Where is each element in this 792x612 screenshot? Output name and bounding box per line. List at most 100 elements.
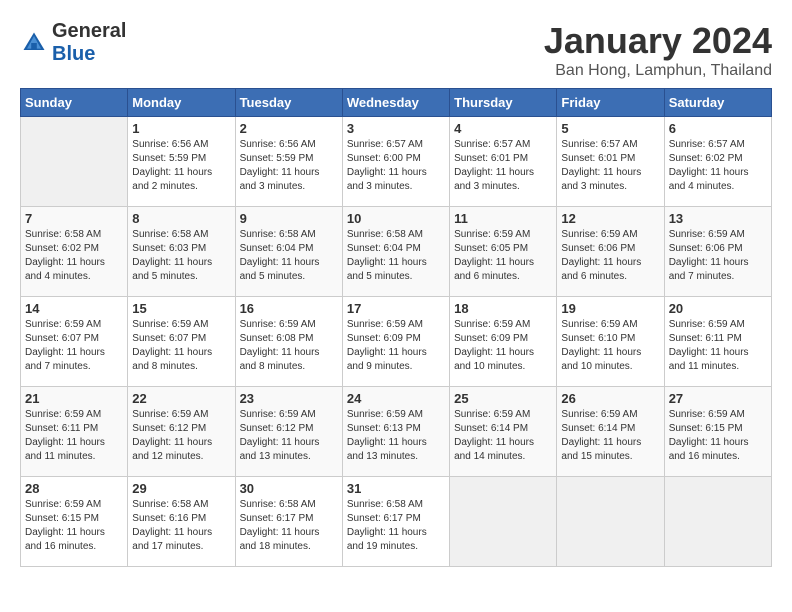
day-info: Sunrise: 6:57 AM Sunset: 6:01 PM Dayligh…	[454, 138, 552, 194]
calendar-cell	[450, 477, 557, 567]
day-info: Sunrise: 6:59 AM Sunset: 6:13 PM Dayligh…	[347, 408, 445, 464]
calendar-cell: 20Sunrise: 6:59 AM Sunset: 6:11 PM Dayli…	[664, 297, 771, 387]
day-number: 8	[132, 211, 230, 226]
day-info: Sunrise: 6:59 AM Sunset: 6:06 PM Dayligh…	[561, 228, 659, 284]
calendar-cell: 8 Sunrise: 6:58 AM Sunset: 6:03 PM Daylig…	[128, 207, 235, 297]
day-number: 25	[454, 391, 552, 406]
day-number: 11	[454, 211, 552, 226]
logo: General Blue	[20, 20, 126, 66]
day-info: Sunrise: 6:59 AM Sunset: 6:12 PM Dayligh…	[132, 408, 230, 464]
calendar-cell: 28 Sunrise: 6:59 AM Sunset: 6:15 PM Dayli…	[21, 477, 128, 567]
day-info: Sunrise: 6:59 AM Sunset: 6:11 PM Dayligh…	[25, 408, 123, 464]
calendar-header: SundayMondayTuesdayWednesdayThursdayFrid…	[21, 89, 772, 117]
day-number: 6	[669, 121, 767, 136]
day-info: Sunrise: 6:59 AM Sunset: 6:15 PM Dayligh…	[25, 498, 123, 554]
day-info: Sunrise: 6:59 AM Sunset: 6:11 PM Dayligh…	[669, 318, 767, 374]
calendar-cell	[21, 117, 128, 207]
title-block: January 2024 Ban Hong, Lamphun, Thailand	[544, 20, 772, 80]
calendar-cell: 4 Sunrise: 6:57 AM Sunset: 6:01 PM Daylig…	[450, 117, 557, 207]
day-number: 18	[454, 301, 552, 316]
day-header-monday: Monday	[128, 89, 235, 117]
calendar-cell: 5Sunrise: 6:57 AM Sunset: 6:01 PM Daylig…	[557, 117, 664, 207]
day-header-tuesday: Tuesday	[235, 89, 342, 117]
day-number: 15	[132, 301, 230, 316]
logo-general-text: General	[52, 20, 126, 42]
day-number: 26	[561, 391, 659, 406]
calendar-cell: 25 Sunrise: 6:59 AM Sunset: 6:14 PM Dayli…	[450, 387, 557, 477]
day-number: 28	[25, 481, 123, 496]
calendar-cell: 18 Sunrise: 6:59 AM Sunset: 6:09 PM Dayli…	[450, 297, 557, 387]
calendar-cell: 24 Sunrise: 6:59 AM Sunset: 6:13 PM Dayli…	[342, 387, 449, 477]
calendar-cell: 3 Sunrise: 6:57 AM Sunset: 6:00 PM Daylig…	[342, 117, 449, 207]
day-info: Sunrise: 6:58 AM Sunset: 6:04 PM Dayligh…	[240, 228, 338, 284]
day-info: Sunrise: 6:59 AM Sunset: 6:08 PM Dayligh…	[240, 318, 338, 374]
day-number: 1	[132, 121, 230, 136]
day-number: 27	[669, 391, 767, 406]
day-number: 16	[240, 301, 338, 316]
day-info: Sunrise: 6:58 AM Sunset: 6:04 PM Dayligh…	[347, 228, 445, 284]
calendar-cell: 31Sunrise: 6:58 AM Sunset: 6:17 PM Dayli…	[342, 477, 449, 567]
day-number: 30	[240, 481, 338, 496]
day-info: Sunrise: 6:59 AM Sunset: 6:10 PM Dayligh…	[561, 318, 659, 374]
calendar-cell: 6Sunrise: 6:57 AM Sunset: 6:02 PM Daylig…	[664, 117, 771, 207]
logo-icon	[20, 29, 48, 57]
day-info: Sunrise: 6:58 AM Sunset: 6:16 PM Dayligh…	[132, 498, 230, 554]
day-header-sunday: Sunday	[21, 89, 128, 117]
calendar-cell: 10 Sunrise: 6:58 AM Sunset: 6:04 PM Dayli…	[342, 207, 449, 297]
calendar-week-row: 1 Sunrise: 6:56 AM Sunset: 5:59 PM Daylig…	[21, 117, 772, 207]
day-info: Sunrise: 6:59 AM Sunset: 6:06 PM Dayligh…	[669, 228, 767, 284]
day-number: 7	[25, 211, 123, 226]
day-info: Sunrise: 6:59 AM Sunset: 6:15 PM Dayligh…	[669, 408, 767, 464]
day-info: Sunrise: 6:57 AM Sunset: 6:00 PM Dayligh…	[347, 138, 445, 194]
month-title: January 2024	[544, 20, 772, 62]
day-header-friday: Friday	[557, 89, 664, 117]
day-info: Sunrise: 6:58 AM Sunset: 6:02 PM Dayligh…	[25, 228, 123, 284]
day-number: 24	[347, 391, 445, 406]
day-info: Sunrise: 6:56 AM Sunset: 5:59 PM Dayligh…	[132, 138, 230, 194]
day-number: 2	[240, 121, 338, 136]
day-header-thursday: Thursday	[450, 89, 557, 117]
calendar-cell	[557, 477, 664, 567]
day-number: 14	[25, 301, 123, 316]
day-header-wednesday: Wednesday	[342, 89, 449, 117]
calendar-cell: 14Sunrise: 6:59 AM Sunset: 6:07 PM Dayli…	[21, 297, 128, 387]
calendar-cell: 1 Sunrise: 6:56 AM Sunset: 5:59 PM Daylig…	[128, 117, 235, 207]
calendar-cell: 19 Sunrise: 6:59 AM Sunset: 6:10 PM Dayli…	[557, 297, 664, 387]
page-header: General Blue January 2024 Ban Hong, Lamp…	[20, 20, 772, 80]
calendar-cell: 21Sunrise: 6:59 AM Sunset: 6:11 PM Dayli…	[21, 387, 128, 477]
calendar-cell: 26Sunrise: 6:59 AM Sunset: 6:14 PM Dayli…	[557, 387, 664, 477]
calendar-cell: 22 Sunrise: 6:59 AM Sunset: 6:12 PM Dayli…	[128, 387, 235, 477]
day-number: 9	[240, 211, 338, 226]
day-number: 19	[561, 301, 659, 316]
calendar-cell: 15 Sunrise: 6:59 AM Sunset: 6:07 PM Dayli…	[128, 297, 235, 387]
day-info: Sunrise: 6:59 AM Sunset: 6:14 PM Dayligh…	[454, 408, 552, 464]
location-title: Ban Hong, Lamphun, Thailand	[544, 62, 772, 80]
logo-blue-text: Blue	[52, 43, 95, 65]
calendar-cell: 11Sunrise: 6:59 AM Sunset: 6:05 PM Dayli…	[450, 207, 557, 297]
calendar-week-row: 14 Sunrise: 6:59 AM Sunset: 6:07 PM Dayli…	[21, 297, 772, 387]
calendar-cell: 27 Sunrise: 6:59 AM Sunset: 6:15 PM Dayli…	[664, 387, 771, 477]
calendar-cell: 2 Sunrise: 6:56 AM Sunset: 5:59 PM Daylig…	[235, 117, 342, 207]
day-info: Sunrise: 6:58 AM Sunset: 6:17 PM Dayligh…	[240, 498, 338, 554]
day-number: 4	[454, 121, 552, 136]
day-number: 17	[347, 301, 445, 316]
calendar-cell: 23Sunrise: 6:59 AM Sunset: 6:12 PM Dayli…	[235, 387, 342, 477]
day-number: 22	[132, 391, 230, 406]
day-info: Sunrise: 6:59 AM Sunset: 6:07 PM Dayligh…	[132, 318, 230, 374]
day-info: Sunrise: 6:59 AM Sunset: 6:09 PM Dayligh…	[454, 318, 552, 374]
calendar-week-row: 28 Sunrise: 6:59 AM Sunset: 6:15 PM Dayli…	[21, 477, 772, 567]
calendar-body: 1 Sunrise: 6:56 AM Sunset: 5:59 PM Daylig…	[21, 117, 772, 567]
day-number: 13	[669, 211, 767, 226]
day-info: Sunrise: 6:59 AM Sunset: 6:09 PM Dayligh…	[347, 318, 445, 374]
day-header-saturday: Saturday	[664, 89, 771, 117]
day-headers-row: SundayMondayTuesdayWednesdayThursdayFrid…	[21, 89, 772, 117]
day-number: 12	[561, 211, 659, 226]
calendar-cell: 7 Sunrise: 6:58 AM Sunset: 6:02 PM Daylig…	[21, 207, 128, 297]
day-info: Sunrise: 6:56 AM Sunset: 5:59 PM Dayligh…	[240, 138, 338, 194]
calendar-cell: 17 Sunrise: 6:59 AM Sunset: 6:09 PM Dayli…	[342, 297, 449, 387]
day-number: 10	[347, 211, 445, 226]
calendar-cell: 30 Sunrise: 6:58 AM Sunset: 6:17 PM Dayli…	[235, 477, 342, 567]
day-number: 3	[347, 121, 445, 136]
calendar-cell: 16 Sunrise: 6:59 AM Sunset: 6:08 PM Dayli…	[235, 297, 342, 387]
day-info: Sunrise: 6:58 AM Sunset: 6:03 PM Dayligh…	[132, 228, 230, 284]
